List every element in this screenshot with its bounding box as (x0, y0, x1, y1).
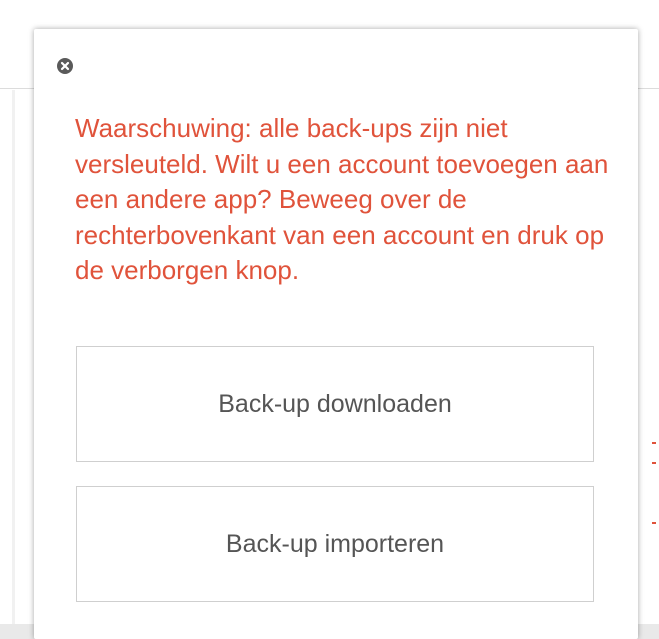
close-icon[interactable] (57, 58, 73, 74)
background-accent-mark (652, 522, 656, 524)
background-accent-mark (652, 442, 656, 444)
download-backup-button[interactable]: Back-up downloaden (76, 346, 594, 462)
backup-dialog: Waarschuwing: alle back-ups zijn niet ve… (34, 29, 638, 639)
background-left-edge (12, 90, 15, 624)
unencrypted-backup-warning: Waarschuwing: alle back-ups zijn niet ve… (75, 113, 609, 285)
background-accent-mark (652, 462, 656, 464)
import-backup-button[interactable]: Back-up importeren (76, 486, 594, 602)
